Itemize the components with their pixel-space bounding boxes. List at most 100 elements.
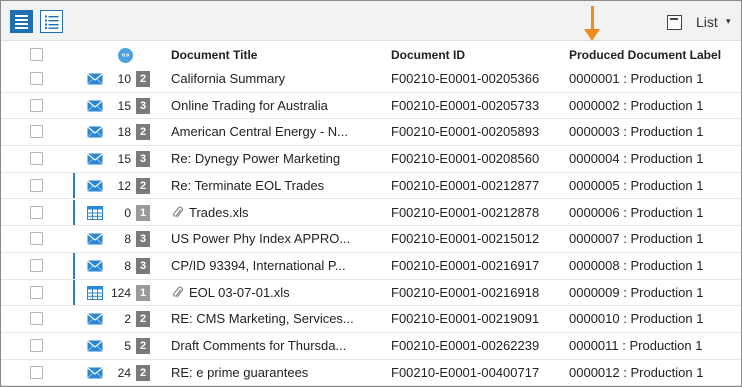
row-count: 15 — [117, 98, 131, 113]
row-badge: 2 — [136, 124, 150, 141]
thread-icon[interactable]: «» — [118, 48, 133, 63]
document-id: F00210-E0001-00208560 — [391, 151, 540, 167]
row-count: 0 — [124, 205, 131, 220]
produced-document-label: 0000009 : Production 1 — [569, 284, 704, 300]
row-badge: 3 — [136, 257, 150, 274]
document-title[interactable]: American Central Energy - N... — [171, 124, 348, 139]
table-header: «» Document Title Document ID Produced D… — [1, 42, 741, 66]
row-checkbox[interactable] — [30, 98, 43, 112]
arrow-indicator-icon — [584, 29, 600, 41]
table-row[interactable]: 8 3 CP/ID 93394, International P... F00210-… — [1, 252, 741, 280]
document-id: F00210-E0001-00216917 — [391, 257, 540, 273]
email-icon — [87, 126, 103, 138]
table-row[interactable]: 12 2 Re: Terminate EOL Trades F00210-E0001-… — [1, 172, 741, 200]
row-checkbox[interactable] — [30, 232, 43, 246]
row-checkbox[interactable] — [30, 365, 43, 379]
list-view-button[interactable] — [10, 10, 33, 33]
document-title[interactable]: Trades.xls — [189, 205, 248, 220]
row-badge: 2 — [136, 364, 150, 381]
produced-document-label: 0000008 : Production 1 — [569, 257, 704, 273]
row-count: 12 — [117, 178, 131, 193]
email-icon — [87, 233, 103, 245]
produced-document-label: 0000010 : Production 1 — [569, 311, 704, 327]
table-row[interactable]: 8 3 US Power Phy Index APPRO... F00210-E000… — [1, 226, 741, 253]
document-title[interactable]: Re: Dynegy Power Marketing — [171, 151, 340, 166]
row-count: 24 — [117, 365, 131, 380]
row-checkbox[interactable] — [30, 72, 43, 85]
row-checkbox[interactable] — [30, 285, 43, 299]
document-id: F00210-E0001-00262239 — [391, 338, 540, 353]
produced-document-label: 0000001 : Production 1 — [569, 71, 704, 86]
produced-document-label: 0000003 : Production 1 — [569, 124, 704, 140]
email-icon — [87, 340, 103, 352]
document-title[interactable]: RE: CMS Marketing, Services... — [171, 311, 354, 326]
table-row[interactable]: 18 2 American Central Energy - N... F00210-… — [1, 119, 741, 147]
table-row[interactable]: 15 3 Re: Dynegy Power Marketing F00210-E000… — [1, 146, 741, 173]
column-header-document-title[interactable]: Document Title — [171, 48, 257, 62]
chevron-down-icon[interactable]: ▾ — [726, 16, 731, 27]
detail-list-icon — [45, 15, 59, 29]
document-title[interactable]: CP/ID 93394, International P... — [171, 258, 346, 273]
email-icon — [87, 100, 103, 112]
document-title[interactable]: US Power Phy Index APPRO... — [171, 231, 350, 246]
row-checkbox[interactable] — [30, 178, 43, 192]
row-checkbox[interactable] — [30, 312, 43, 326]
column-header-produced-label[interactable]: Produced Document Label — [569, 48, 721, 62]
table-row[interactable]: 124 1 EOL 03-07-01.xls F00210-E0001-0021691… — [1, 279, 741, 307]
row-count: 10 — [117, 72, 131, 86]
email-icon — [87, 153, 103, 165]
toolbar: List ▾ — [1, 1, 741, 41]
table-row[interactable]: 0 1 Trades.xls F00210-E0001-00212878 0000006… — [1, 199, 741, 227]
arrow-indicator-shaft — [591, 6, 594, 30]
produced-document-label: 0000007 : Production 1 — [569, 231, 704, 247]
paperclip-icon — [173, 206, 183, 217]
document-id: F00210-E0001-00400717 — [391, 364, 540, 380]
document-title[interactable]: California Summary — [171, 71, 285, 86]
family-group-bar — [73, 279, 75, 306]
row-checkbox[interactable] — [30, 205, 43, 219]
row-checkbox[interactable] — [30, 258, 43, 272]
document-title[interactable]: Draft Comments for Thursda... — [171, 338, 346, 353]
document-id: F00210-E0001-00205893 — [391, 124, 540, 140]
email-icon — [87, 313, 103, 325]
column-header-document-id[interactable]: Document ID — [391, 48, 465, 62]
row-checkbox[interactable] — [30, 125, 43, 139]
table-row[interactable]: 24 2 RE: e prime guarantees F00210-E0001-00… — [1, 360, 741, 386]
row-count: 15 — [117, 152, 131, 167]
row-count: 5 — [124, 339, 131, 353]
document-id: F00210-E0001-00205366 — [391, 71, 540, 86]
row-badge: 2 — [136, 311, 150, 328]
select-all-checkbox[interactable] — [30, 48, 43, 61]
row-checkbox[interactable] — [30, 152, 43, 166]
family-group-bar — [73, 172, 75, 199]
document-title[interactable]: EOL 03-07-01.xls — [189, 285, 290, 300]
document-list-panel: List ▾ «» Document Title Document ID Pro… — [0, 0, 742, 387]
table-row[interactable]: 5 2 Draft Comments for Thursda... F00210-E0… — [1, 333, 741, 360]
produced-document-label: 0000005 : Production 1 — [569, 177, 704, 193]
row-count: 18 — [117, 125, 131, 140]
list-mode-dropdown[interactable]: List — [696, 14, 718, 30]
table-row[interactable]: 2 2 RE: CMS Marketing, Services... F00210-E… — [1, 306, 741, 333]
row-badge: 3 — [136, 231, 150, 248]
spreadsheet-icon — [87, 205, 103, 220]
detail-list-view-button[interactable] — [40, 10, 63, 33]
produced-document-label: 0000012 : Production 1 — [569, 364, 704, 380]
table-row[interactable]: 15 3 Online Trading for Australia F00210-E0… — [1, 93, 741, 120]
row-badge: 1 — [136, 204, 150, 221]
row-badge: 2 — [136, 71, 150, 87]
row-checkbox[interactable] — [30, 339, 43, 352]
document-title[interactable]: Re: Terminate EOL Trades — [171, 178, 324, 193]
document-view-toggle-icon[interactable] — [667, 15, 682, 30]
document-title[interactable]: Online Trading for Australia — [171, 98, 328, 113]
produced-document-label: 0000002 : Production 1 — [569, 97, 704, 113]
paperclip-icon — [173, 286, 183, 297]
document-title[interactable]: RE: e prime guarantees — [171, 365, 308, 380]
document-id: F00210-E0001-00212877 — [391, 177, 540, 193]
row-count: 124 — [110, 285, 131, 300]
table-row[interactable]: 10 2 California Summary F00210-E0001-002053… — [1, 66, 741, 93]
list-view-icon — [15, 14, 28, 17]
produced-document-label: 0000004 : Production 1 — [569, 151, 704, 167]
row-badge: 3 — [136, 151, 150, 168]
produced-document-label: 0000006 : Production 1 — [569, 204, 704, 220]
family-group-bar — [73, 252, 75, 279]
